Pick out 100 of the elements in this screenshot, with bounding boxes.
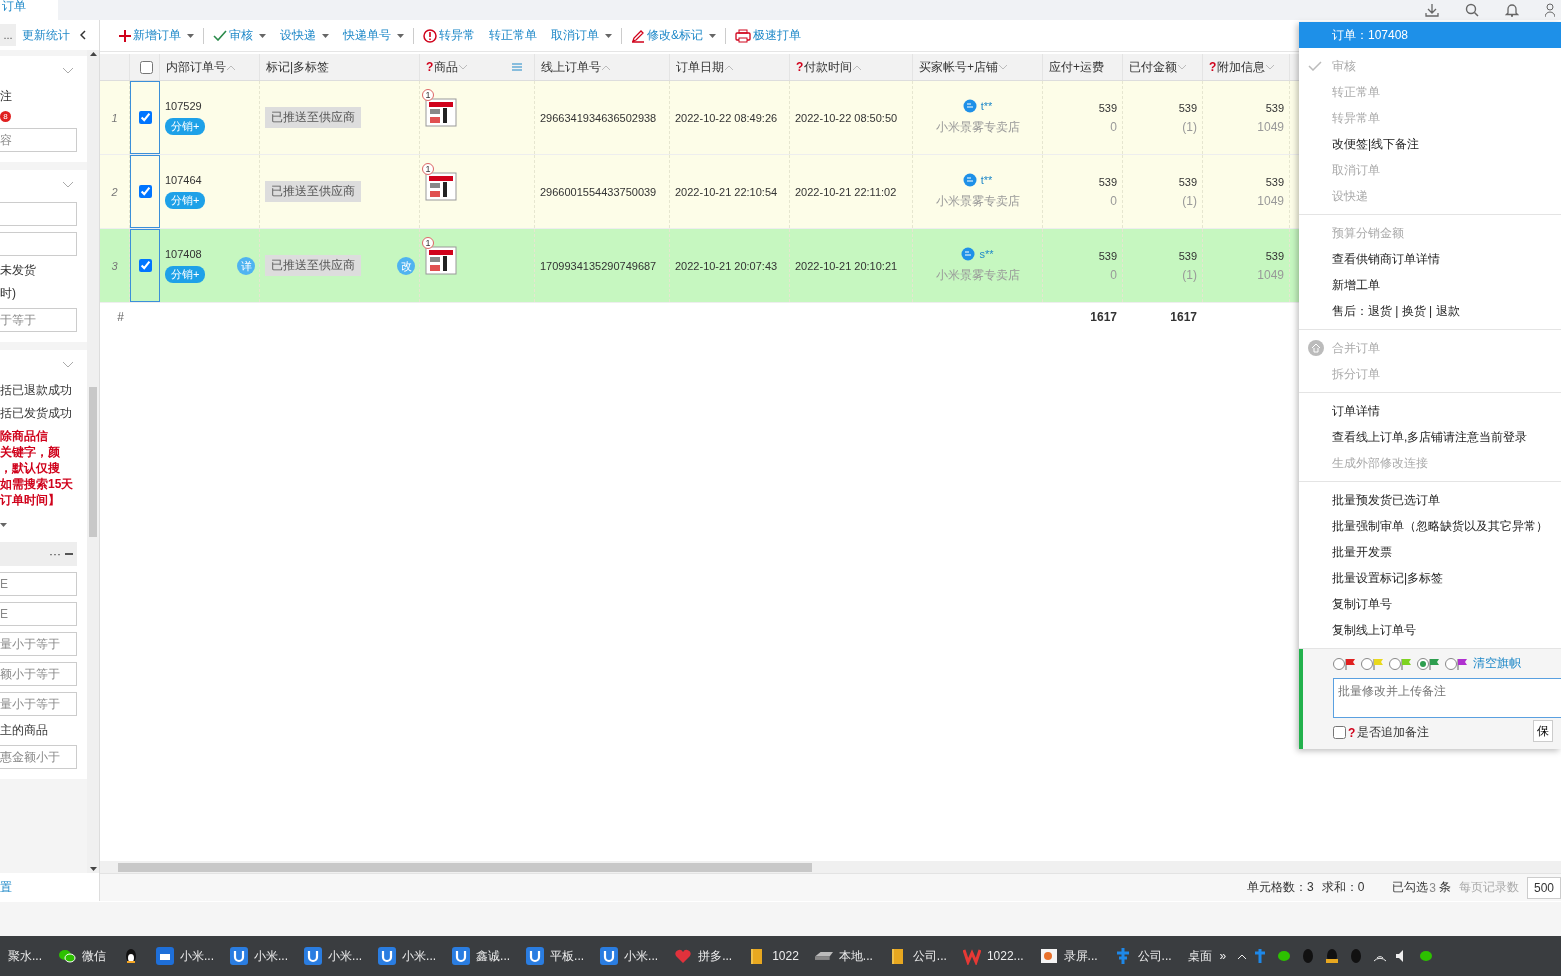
flag-option[interactable] [1389, 657, 1411, 670]
range-field[interactable]: ··· [0, 542, 77, 566]
menu-item[interactable]: 查看线上订单,多店铺请注意当前登录 [1299, 424, 1561, 450]
buyer-account[interactable]: t** [980, 100, 993, 112]
collapse-icon[interactable] [80, 30, 86, 40]
chat-icon[interactable] [962, 173, 977, 187]
taskbar-app[interactable]: 公司... [1105, 936, 1180, 976]
menu-item[interactable]: 改便签|线下备注 [1299, 131, 1561, 157]
taskbar-app[interactable]: 拼多... [666, 936, 741, 976]
radio-icon[interactable] [1361, 657, 1373, 670]
refresh-stats-link[interactable]: 更新统计 [22, 26, 70, 44]
row-checkbox[interactable] [139, 259, 152, 272]
toolbar-button[interactable]: 极速打单 [728, 27, 808, 44]
row-checkbox[interactable] [139, 111, 152, 124]
taskbar-app[interactable]: 录屏... [1031, 936, 1106, 976]
page-size-field[interactable]: 500 [1527, 876, 1561, 899]
taskbar-app[interactable]: 桌面 [1179, 936, 1220, 976]
more-button[interactable]: ... [0, 24, 16, 46]
toolbar-button[interactable]: 修改&标记 [624, 27, 723, 44]
taskbar-app[interactable]: 公司... [880, 936, 955, 976]
select-all-checkbox[interactable] [140, 60, 153, 74]
taskbar-app[interactable]: 1022 [740, 936, 807, 976]
distribution-tag[interactable]: 分销+ [165, 118, 206, 135]
taskbar-app[interactable]: 小米... [296, 936, 371, 976]
menu-item[interactable]: 批量预发货已选订单 [1299, 487, 1561, 513]
sort-up-icon [227, 64, 235, 70]
menu-item[interactable]: 批量开发票 [1299, 539, 1561, 565]
menu-icon[interactable] [512, 63, 523, 71]
menu-item[interactable]: 新增工单 [1299, 272, 1561, 298]
scroll-up-icon[interactable] [89, 52, 97, 56]
scrollbar[interactable] [87, 50, 99, 873]
filter-field[interactable]: 容 [0, 128, 77, 152]
filter-field[interactable]: 额小于等于 [0, 662, 77, 686]
menu-item[interactable]: 查看供销商订单详情 [1299, 246, 1561, 272]
taskbar-app[interactable]: 微信 [50, 936, 114, 976]
radio-icon[interactable] [1445, 657, 1457, 670]
flag-option[interactable] [1361, 657, 1383, 670]
toolbar-button[interactable]: 转正常单 [482, 27, 544, 44]
scrollbar-thumb[interactable] [89, 386, 97, 537]
filter-label: 未发货 [0, 262, 37, 279]
flag-option[interactable] [1417, 657, 1439, 670]
flag-option[interactable] [1445, 657, 1467, 670]
filter-field[interactable] [0, 232, 77, 256]
taskbar-app[interactable]: 小米... [148, 936, 223, 976]
horizontal-scrollbar[interactable] [100, 861, 1561, 873]
filter-field[interactable]: 量小于等于 [0, 692, 77, 716]
buyer-account[interactable]: t** [980, 174, 993, 186]
chevron-icon[interactable] [63, 182, 73, 188]
row-checkbox[interactable] [139, 185, 152, 198]
chat-icon[interactable] [961, 247, 976, 261]
toolbar-button[interactable]: 设快递 [273, 27, 336, 44]
menu-item[interactable]: 批量设置标记|多标签 [1299, 565, 1561, 591]
download-icon[interactable] [1425, 3, 1439, 17]
chevron-icon[interactable] [63, 68, 73, 74]
toolbar-button[interactable]: 快递单号 [336, 27, 411, 44]
radio-icon[interactable] [1333, 657, 1345, 670]
search-icon[interactable] [1465, 3, 1479, 17]
distribution-tag[interactable]: 分销+ [165, 192, 206, 209]
taskbar-app[interactable]: 鑫诚... [444, 936, 519, 976]
edit-button[interactable]: 改 [397, 257, 415, 275]
page-tab[interactable]: 订单 [0, 0, 58, 20]
taskbar-app[interactable]: 本地... [806, 936, 881, 976]
menu-item[interactable]: 复制线上订单号 [1299, 617, 1561, 643]
shop-name: 小米景雾专卖店 [935, 267, 1020, 284]
taskbar-app[interactable]: 小米... [592, 936, 667, 976]
filter-field[interactable] [0, 202, 77, 226]
toolbar-button[interactable]: 审核 [206, 27, 273, 44]
filter-field[interactable]: E [0, 602, 77, 626]
remark-field[interactable]: 批量修改并上传备注 [1333, 678, 1561, 718]
detail-button[interactable]: 详 [237, 257, 255, 275]
filter-field[interactable]: E [0, 572, 77, 596]
toolbar-button[interactable]: 新增订单 [112, 27, 201, 44]
radio-icon[interactable] [1389, 657, 1401, 670]
filter-field[interactable]: 惠金额小于 [0, 745, 77, 769]
distribution-tag[interactable]: 分销+ [165, 266, 206, 283]
user-icon[interactable] [1545, 3, 1555, 17]
menu-item[interactable]: 售后：退货 | 换货 | 退款 [1299, 298, 1561, 324]
chat-icon[interactable] [962, 99, 977, 113]
clear-flags-link[interactable]: 清空旗帜 [1473, 655, 1521, 672]
toolbar-button[interactable]: 转异常 [416, 27, 482, 44]
taskbar-app[interactable]: 聚水... [0, 936, 50, 976]
chevron-icon[interactable] [63, 362, 73, 368]
scroll-down-icon[interactable] [89, 867, 97, 871]
buyer-account[interactable]: s** [979, 248, 994, 260]
menu-item[interactable]: 批量强制审单（忽略缺货以及其它异常） [1299, 513, 1561, 539]
filter-field[interactable]: 量小于等于 [0, 632, 77, 656]
toolbar-button[interactable]: 取消订单 [544, 27, 619, 44]
bell-icon[interactable] [1505, 3, 1519, 17]
menu-item[interactable]: 复制订单号 [1299, 591, 1561, 617]
taskbar-app[interactable]: 小米... [370, 936, 445, 976]
taskbar-app[interactable]: 小米... [222, 936, 297, 976]
append-remark-checkbox[interactable] [1333, 726, 1346, 739]
taskbar-app[interactable]: 平板... [518, 936, 593, 976]
flag-option[interactable] [1333, 657, 1355, 670]
taskbar-overflow[interactable]: » [1219, 949, 1227, 963]
settings-link[interactable]: 置 [0, 878, 12, 896]
save-button[interactable]: 保 [1533, 720, 1553, 742]
taskbar-app[interactable]: 1022... [954, 936, 1032, 976]
menu-item[interactable]: 订单详情 [1299, 398, 1561, 424]
filter-field[interactable]: 于等于 [0, 308, 77, 332]
